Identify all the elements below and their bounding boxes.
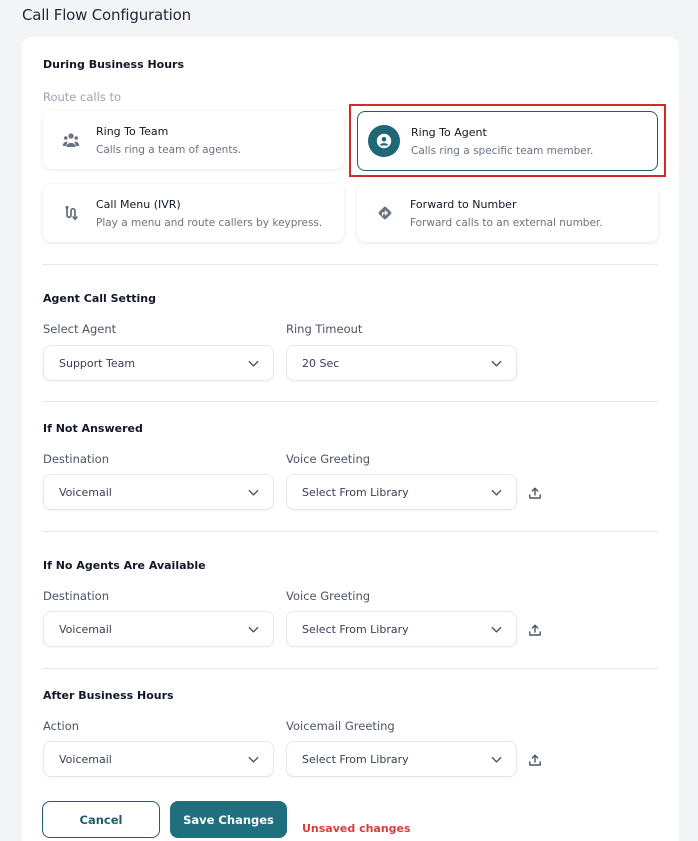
agent-call-setting-title: Agent Call Setting	[43, 292, 157, 305]
after-business-hours-title: After Business Hours	[43, 689, 174, 702]
after-hours-greeting-dropdown[interactable]: Select From Library	[286, 741, 517, 777]
route-option-call-menu-ivr[interactable]: Call Menu (IVR) Play a menu and route ca…	[43, 184, 344, 242]
save-changes-button[interactable]: Save Changes	[170, 801, 287, 838]
route-option-desc: Calls ring a specific team member.	[411, 145, 594, 157]
route-option-forward-to-number[interactable]: Forward to Number Forward calls to an ex…	[357, 184, 658, 242]
not-answered-destination-dropdown[interactable]: Voicemail	[43, 474, 274, 510]
route-option-desc: Forward calls to an external number.	[410, 217, 603, 229]
route-option-ring-to-team[interactable]: Ring To Team Calls ring a team of agents…	[43, 111, 344, 169]
chevron-down-icon	[491, 360, 502, 367]
route-option-title: Ring To Team	[96, 125, 169, 138]
voice-greeting-label: Voice Greeting	[286, 589, 371, 603]
chevron-down-icon	[248, 626, 259, 633]
team-icon	[61, 130, 81, 150]
chevron-down-icon	[491, 626, 502, 633]
chevron-down-icon	[248, 489, 259, 496]
chevron-down-icon	[491, 756, 502, 763]
greeting-value: Select From Library	[302, 753, 409, 766]
section-divider	[42, 531, 658, 532]
voice-greeting-label: Voice Greeting	[286, 452, 371, 466]
agent-icon	[368, 125, 400, 157]
destination-value: Voicemail	[59, 623, 112, 636]
ring-timeout-value: 20 Sec	[302, 357, 340, 370]
route-option-desc: Calls ring a team of agents.	[96, 144, 242, 156]
route-option-title: Call Menu (IVR)	[96, 198, 181, 211]
action-label: Action	[43, 719, 80, 733]
business-hours-title: During Business Hours	[43, 58, 185, 71]
section-divider	[42, 668, 658, 669]
chevron-down-icon	[491, 489, 502, 496]
ivr-icon	[61, 203, 81, 223]
route-option-title: Ring To Agent	[411, 126, 487, 139]
if-not-answered-title: If Not Answered	[43, 422, 143, 435]
no-agents-destination-dropdown[interactable]: Voicemail	[43, 611, 274, 647]
chevron-down-icon	[248, 756, 259, 763]
no-agents-greeting-dropdown[interactable]: Select From Library	[286, 611, 517, 647]
chevron-down-icon	[248, 360, 259, 367]
upload-icon[interactable]	[528, 486, 542, 500]
destination-label: Destination	[43, 452, 109, 466]
greeting-value: Select From Library	[302, 623, 409, 636]
action-value: Voicemail	[59, 753, 112, 766]
forward-icon	[375, 203, 395, 223]
ring-timeout-dropdown[interactable]: 20 Sec	[286, 345, 517, 381]
select-agent-dropdown[interactable]: Support Team	[43, 345, 274, 381]
select-agent-value: Support Team	[59, 357, 136, 370]
route-option-title: Forward to Number	[410, 198, 517, 211]
section-divider	[42, 264, 658, 265]
voicemail-greeting-label: Voicemail Greeting	[286, 719, 395, 733]
after-hours-action-dropdown[interactable]: Voicemail	[43, 741, 274, 777]
route-option-desc: Play a menu and route callers by keypres…	[96, 217, 323, 229]
upload-icon[interactable]	[528, 623, 542, 637]
unsaved-changes-text: Unsaved changes	[302, 822, 411, 835]
call-flow-card: During Business Hours Route calls to Rin…	[22, 37, 679, 841]
if-no-agents-title: If No Agents Are Available	[43, 559, 206, 572]
route-calls-label: Route calls to	[43, 90, 121, 104]
page-title: Call Flow Configuration	[22, 6, 191, 24]
not-answered-greeting-dropdown[interactable]: Select From Library	[286, 474, 517, 510]
greeting-value: Select From Library	[302, 486, 409, 499]
destination-label: Destination	[43, 589, 109, 603]
cancel-button[interactable]: Cancel	[42, 801, 160, 838]
select-agent-label: Select Agent	[43, 322, 117, 336]
destination-value: Voicemail	[59, 486, 112, 499]
section-divider	[42, 401, 658, 402]
ring-timeout-label: Ring Timeout	[286, 322, 363, 336]
upload-icon[interactable]	[528, 753, 542, 767]
route-option-ring-to-agent[interactable]: Ring To Agent Calls ring a specific team…	[357, 111, 658, 171]
